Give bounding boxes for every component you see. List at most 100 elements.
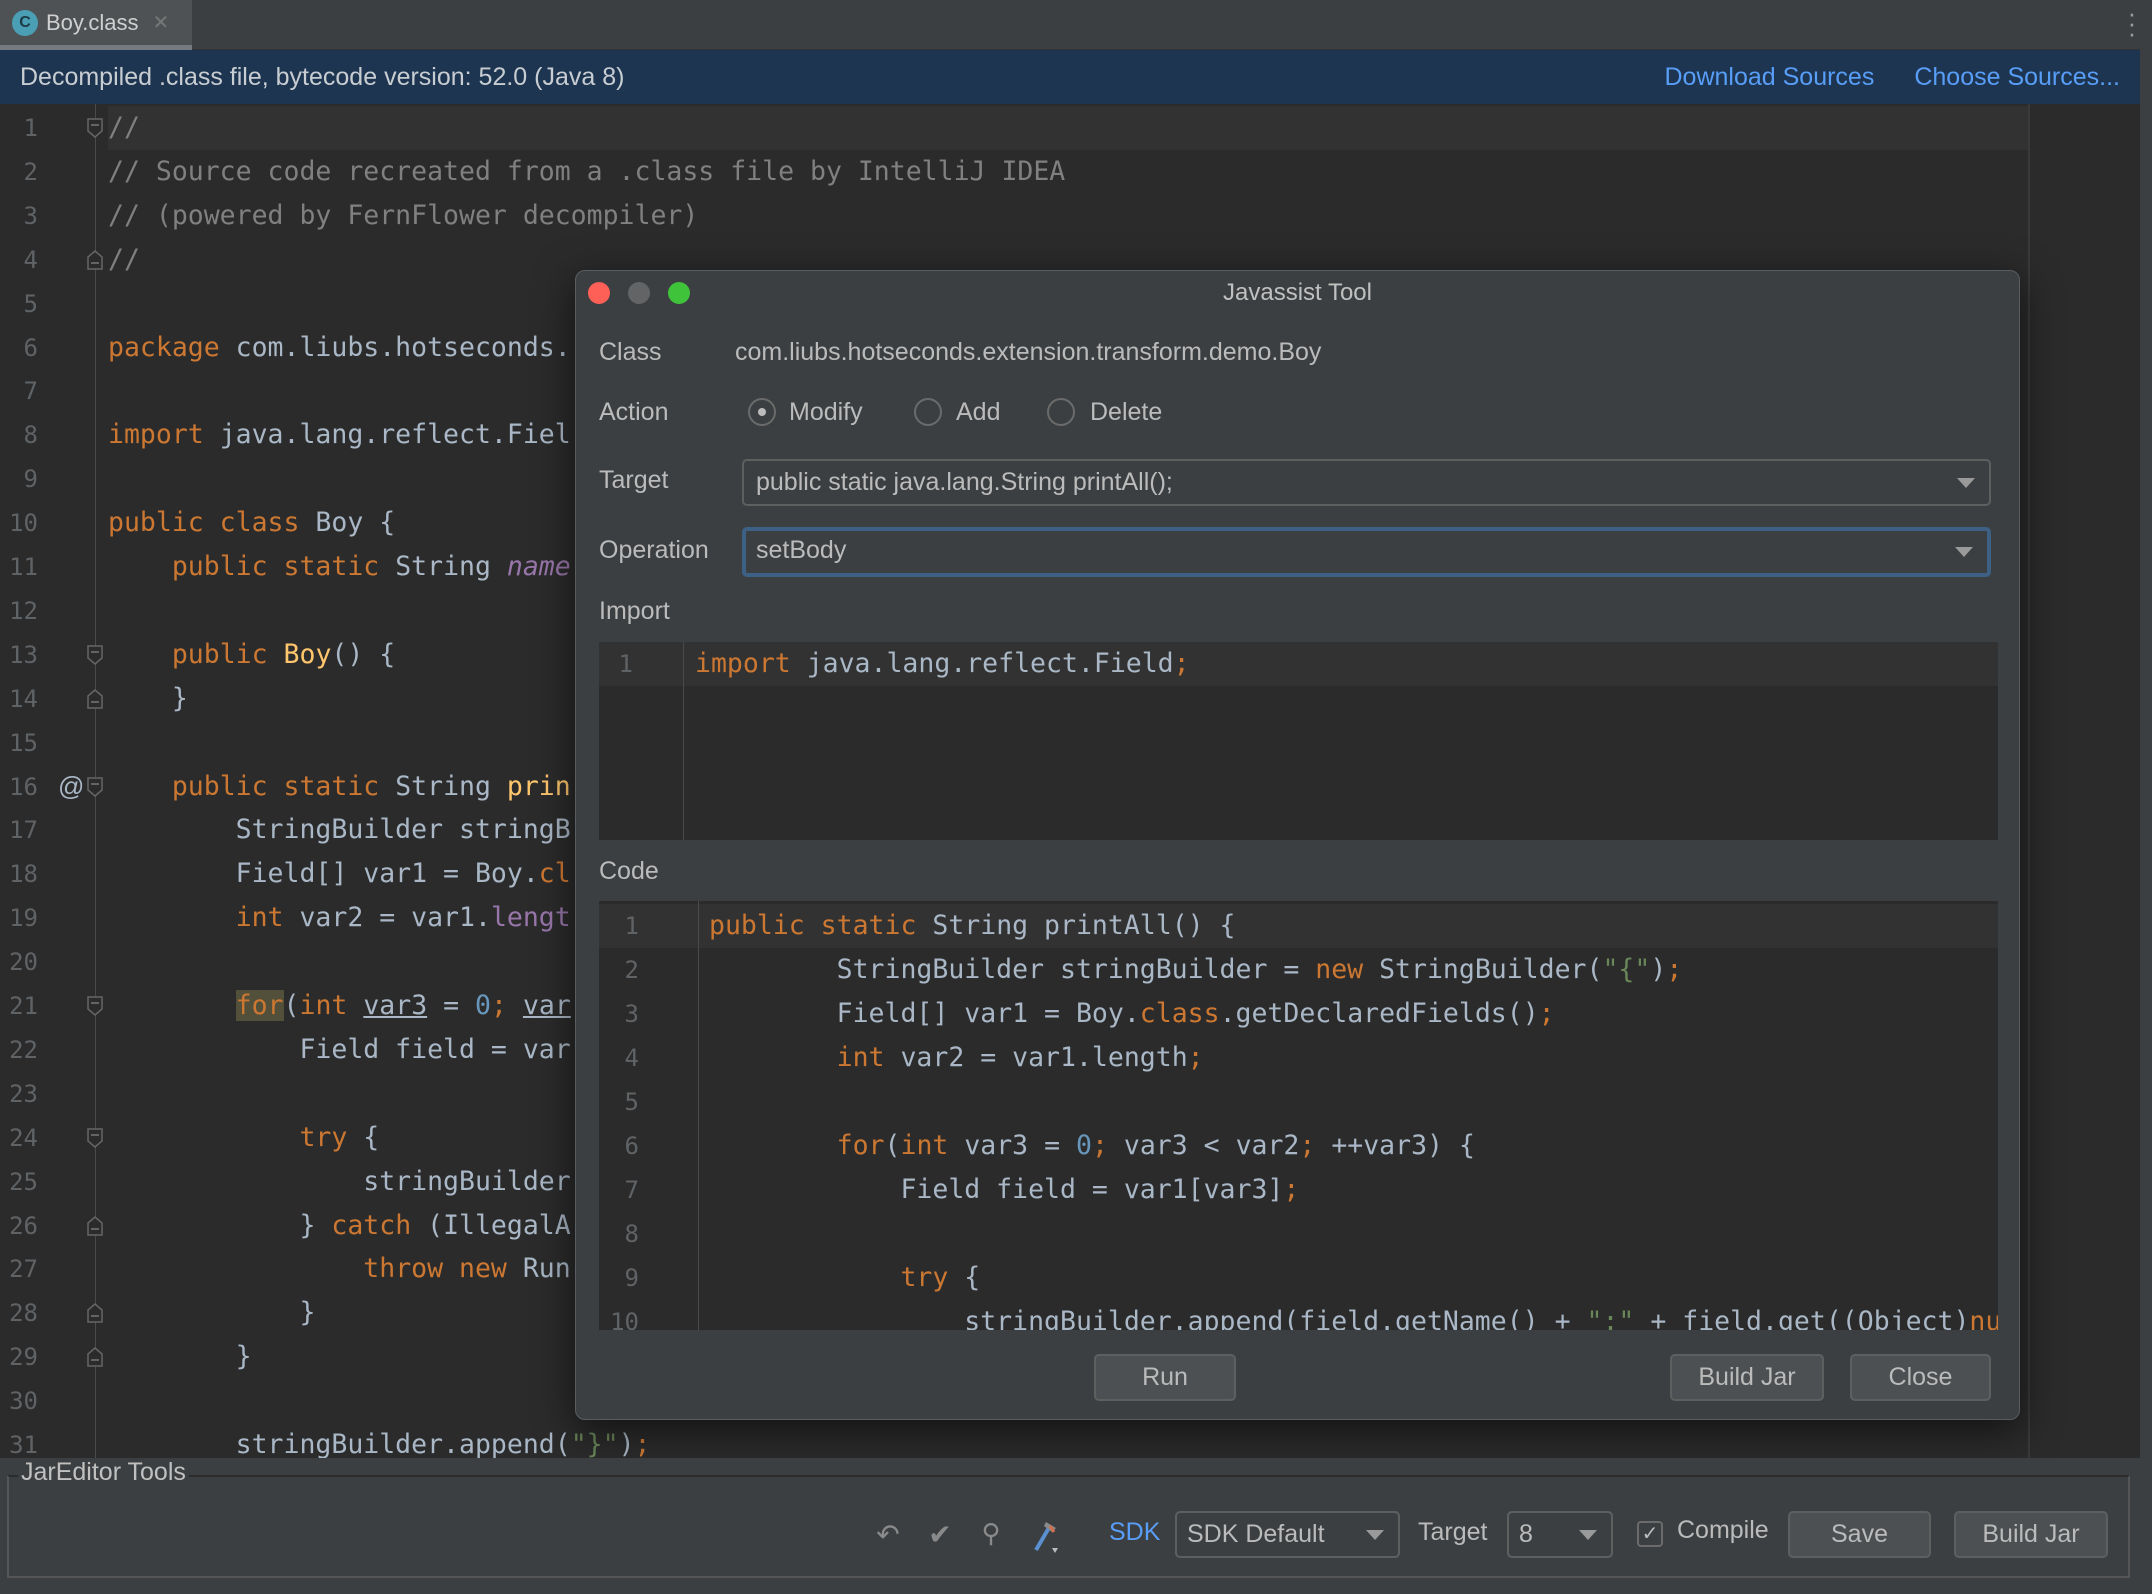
line-number: 1: [618, 650, 633, 678]
code-token: (IllegalA: [411, 1209, 571, 1241]
close-icon[interactable]: ✕: [153, 10, 170, 35]
override-marker-icon[interactable]: @: [58, 764, 84, 808]
code-line: for(int var3 = 0; var: [108, 984, 571, 1028]
save-button[interactable]: Save: [1788, 1511, 1931, 1558]
fold-collapse-icon[interactable]: [87, 118, 103, 138]
code-token: var3 =: [948, 1130, 1076, 1161]
code-token: import: [695, 648, 791, 679]
download-sources-link[interactable]: Download Sources: [1664, 63, 1874, 92]
fold-collapse-icon[interactable]: [87, 776, 103, 797]
target-label: Target: [1418, 1518, 1488, 1546]
target-combobox[interactable]: public static java.lang.String printAll(…: [742, 459, 1991, 506]
code-line: public static String printAll() {: [709, 904, 1236, 948]
code-token: (: [283, 990, 300, 1021]
code-line: }: [108, 677, 188, 721]
fold-collapse-icon[interactable]: [87, 645, 103, 665]
code-line: int var2 = var1.length;: [709, 1036, 1204, 1080]
code-token: stringBuilder: [108, 1165, 571, 1197]
code-token: // (powered by FernFlower decompiler): [108, 199, 699, 231]
line-number: 5: [23, 289, 38, 318]
fold-end-icon[interactable]: [87, 1303, 103, 1324]
code-label: Code: [599, 857, 659, 885]
line-number: 21: [9, 992, 38, 1020]
target-label: Target: [599, 466, 669, 494]
code-line: Field field = var1[var3];: [709, 1168, 1299, 1212]
code-line: stringBuilder.append(field.getName() + "…: [709, 1300, 1998, 1330]
operation-combobox[interactable]: setBody: [742, 527, 1991, 577]
target-version-dropdown[interactable]: 8: [1507, 1511, 1613, 1558]
code-token: String printAll() {: [916, 910, 1236, 941]
code-token: Field field = var1[var3]: [709, 1174, 1284, 1205]
radio-button[interactable]: [1047, 398, 1075, 426]
search-icon[interactable]: ⚲: [976, 1518, 1006, 1550]
code-line: StringBuilder stringBuilder = new String…: [709, 948, 1683, 992]
code-token: public static: [171, 551, 380, 582]
code-token: public class: [108, 507, 300, 539]
radio-label: Add: [956, 398, 1001, 426]
more-options-icon[interactable]: · · ·: [2122, 0, 2142, 46]
line-number: 6: [23, 333, 38, 362]
line-number: 12: [9, 596, 38, 625]
import-editor[interactable]: 1 import java.lang.reflect.Field;: [599, 642, 1998, 840]
compile-checkbox[interactable]: ✓: [1637, 1521, 1663, 1547]
code-token: Boy {: [299, 507, 396, 539]
code-token: com.liubs.hotseconds.: [219, 331, 571, 363]
radio-button[interactable]: [914, 398, 942, 426]
line-number: 10: [610, 1308, 639, 1330]
code-line: throw new Run: [108, 1247, 570, 1291]
code-line: import java.lang.reflect.Field;: [695, 642, 1190, 686]
right-tool-strip: [2140, 0, 2152, 1594]
build-hammer-icon[interactable]: [1028, 1518, 1058, 1553]
operation-label: Operation: [599, 536, 709, 564]
code-token: 0: [1076, 1130, 1092, 1161]
code-token: StringBuilder stringBuilder =: [709, 954, 1316, 985]
code-token: Field[] var1 = Boy.: [709, 998, 1140, 1029]
fold-end-icon[interactable]: [87, 1347, 103, 1367]
class-label: Class: [599, 338, 662, 366]
code-token: var3 < var2: [1107, 1130, 1300, 1161]
line-number: 18: [9, 860, 38, 889]
radio-label: Modify: [789, 398, 863, 426]
fold-end-icon[interactable]: [87, 249, 103, 270]
sdk-dropdown[interactable]: SDK Default: [1175, 1511, 1400, 1558]
build-jar-button[interactable]: Build Jar: [1954, 1511, 2108, 1558]
code-line: }: [108, 1291, 315, 1335]
code-body-editor[interactable]: 1 public static String printAll() {2 Stri…: [599, 901, 1998, 1330]
fold-end-icon[interactable]: [87, 688, 103, 709]
line-number: 25: [9, 1167, 38, 1196]
code-token: {: [347, 1121, 380, 1153]
fold-collapse-icon[interactable]: [87, 996, 103, 1016]
code-token: ): [618, 1429, 635, 1458]
undo-icon[interactable]: ↶: [873, 1518, 903, 1550]
line-number: 4: [624, 1044, 639, 1072]
code-line: // Source code recreated from a .class f…: [108, 150, 1065, 194]
check-icon[interactable]: ✔: [925, 1518, 955, 1550]
code-token: ++var3) {: [1315, 1130, 1475, 1161]
code-line: }: [108, 1335, 252, 1379]
tab-boy-class[interactable]: C Boy.class ✕: [0, 0, 192, 50]
choose-sources-link[interactable]: Choose Sources...: [1914, 63, 2120, 92]
radio-button[interactable]: [748, 398, 776, 426]
code-token: var2 = var1.length: [884, 1042, 1188, 1073]
fold-collapse-icon[interactable]: [87, 1127, 103, 1148]
code-token: StringBuilder(: [1363, 954, 1603, 985]
fold-end-icon[interactable]: [87, 1215, 103, 1236]
code-line: stringBuilder: [108, 1160, 571, 1204]
line-number: 19: [9, 904, 38, 933]
code-token: Field field = var: [108, 1033, 571, 1065]
code-token: name: [506, 551, 571, 582]
code-line: try {: [108, 1116, 379, 1160]
run-button[interactable]: Run: [1094, 1354, 1236, 1401]
line-number: 31: [9, 1431, 38, 1458]
code-token: try: [299, 1121, 348, 1153]
line-number: 23: [9, 1079, 38, 1108]
code-line: StringBuilder stringB: [108, 808, 571, 852]
code-token: java.lang.reflect.Field: [790, 648, 1174, 679]
code-line: public static String prin: [108, 765, 571, 809]
close-button[interactable]: Close: [1850, 1354, 1991, 1401]
build-jar-button[interactable]: Build Jar: [1670, 1354, 1824, 1401]
